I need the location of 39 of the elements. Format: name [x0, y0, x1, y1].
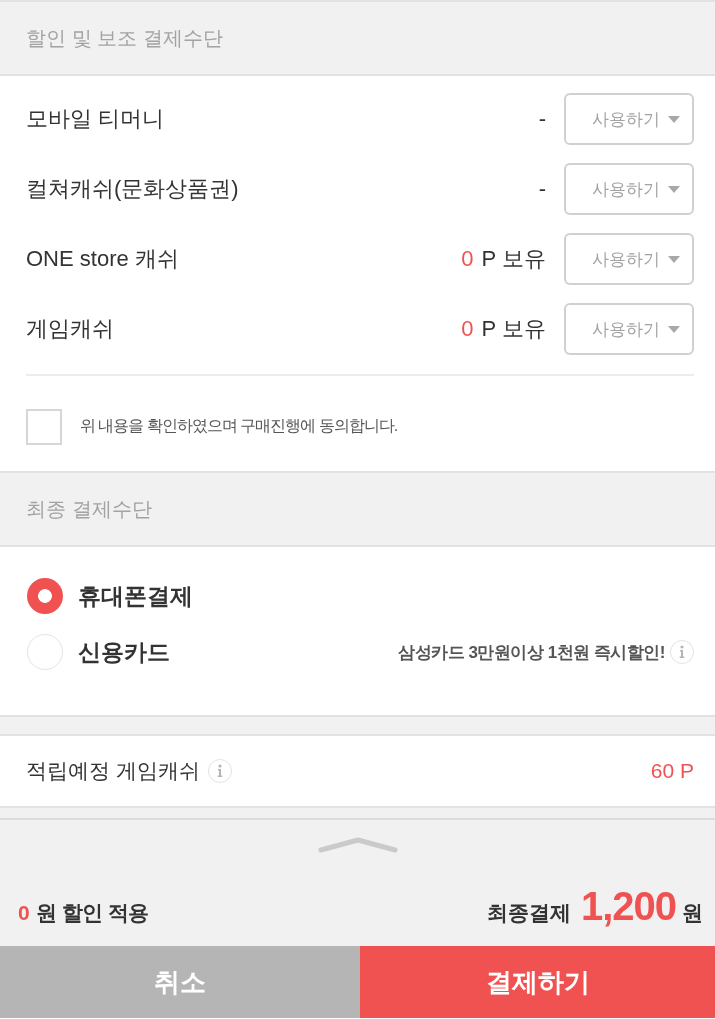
section-title: 할인 및 보조 결제수단 — [26, 25, 223, 51]
use-dropdown[interactable]: 사용하기 — [564, 303, 694, 355]
points-amount: 0 — [461, 316, 474, 342]
payment-option-label: 휴대폰결제 — [78, 581, 194, 611]
total-unit: 원 — [682, 900, 703, 926]
pay-button[interactable]: 결제하기 — [360, 946, 715, 1018]
caret-icon — [668, 115, 680, 123]
use-dropdown[interactable]: 사용하기 — [564, 233, 694, 285]
caret-icon — [668, 325, 680, 333]
method-label: ONE store 캐쉬 — [26, 245, 180, 273]
chevron-up-icon[interactable] — [317, 836, 398, 854]
points-unit: P 보유 — [481, 245, 546, 273]
method-label: 컬쳐캐쉬(문화상품권) — [26, 175, 240, 203]
reward-label: 적립예정 게임캐쉬 — [26, 758, 200, 784]
use-dropdown[interactable]: 사용하기 — [564, 163, 694, 215]
method-label: 게임캐쉬 — [26, 315, 115, 343]
radio-button[interactable] — [27, 578, 63, 614]
reward-value: 60 P — [650, 759, 694, 783]
payment-option-label: 신용카드 — [78, 637, 171, 667]
balance-value: - — [538, 176, 546, 202]
balance-value: - — [538, 106, 546, 132]
agreement-text: 위 내용을 확인하였으며 구매진행에 동의합니다. — [80, 416, 398, 436]
info-icon[interactable] — [207, 759, 232, 783]
caret-icon — [668, 185, 680, 193]
radio-button[interactable] — [27, 634, 63, 670]
method-label: 모바일 티머니 — [26, 105, 166, 133]
discount-label: 원 할인 적용 — [35, 900, 149, 926]
discount-amount: 0 — [18, 901, 30, 925]
total-label: 최종결제 — [486, 900, 571, 926]
points-unit: P 보유 — [481, 315, 546, 343]
cancel-button[interactable]: 취소 — [0, 946, 360, 1018]
use-dropdown[interactable]: 사용하기 — [564, 93, 694, 145]
agreement-checkbox[interactable] — [26, 408, 62, 445]
section-title: 최종 결제수단 — [26, 496, 152, 522]
points-amount: 0 — [461, 246, 474, 272]
info-icon[interactable] — [670, 640, 694, 664]
promo-text: 삼성카드 3만원이상 1천원 즉시할인! — [398, 641, 665, 664]
total-amount: 1,200 — [580, 884, 676, 929]
caret-icon — [668, 255, 680, 263]
